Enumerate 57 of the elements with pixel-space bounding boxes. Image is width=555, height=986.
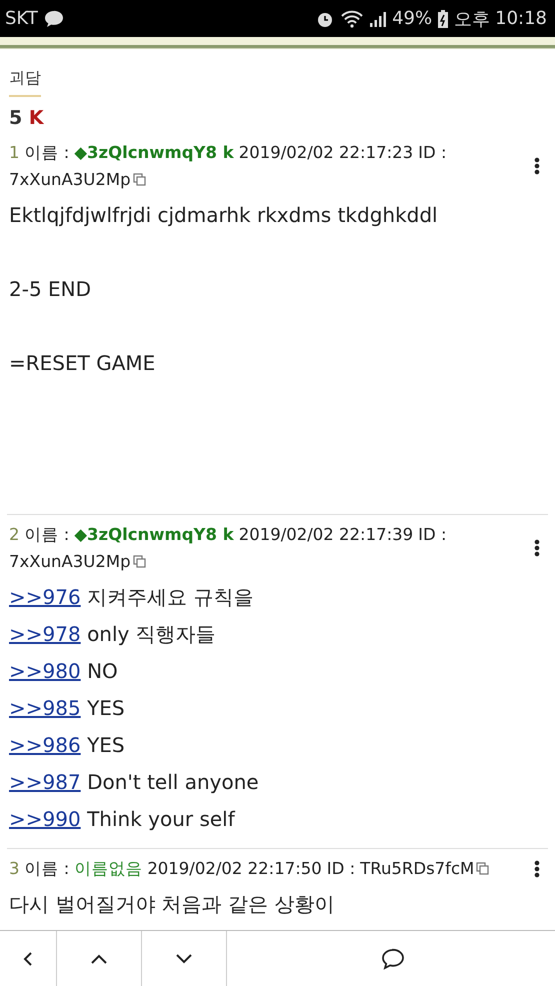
post-text: Don't tell anyone	[87, 770, 259, 794]
carrier-label: SKT	[5, 8, 38, 29]
reply-anchor-link[interactable]: >>986	[9, 733, 81, 757]
copy-icon[interactable]	[132, 555, 146, 568]
post-text: 지켜주세요 규칙을	[87, 585, 254, 609]
thread-number: 5	[9, 107, 22, 129]
post-text: 다시 벌어질거야 처음과 같은 상황이	[9, 892, 334, 916]
post-text: Ektlqjfdjwlfrjdi cjdmarhk rkxdms tkdghkddl	[9, 203, 438, 227]
more-options-icon[interactable]	[534, 157, 540, 175]
post-text: Think your self	[87, 807, 235, 831]
id-label: ID :	[418, 142, 447, 164]
wifi-icon	[340, 8, 364, 28]
poster-id: 7xXunA3U2Mp	[9, 551, 131, 573]
reply-anchor-link[interactable]: >>978	[9, 622, 81, 646]
post-date: 2019/02/02 22:17:39	[238, 524, 414, 546]
thread-title: K	[28, 107, 44, 129]
post-number: 2	[9, 524, 20, 546]
name-label: 이름 :	[24, 858, 70, 880]
reply-anchor-link[interactable]: >>976	[9, 585, 81, 609]
post-text: NO	[87, 659, 118, 683]
board-title[interactable]: 괴담	[9, 68, 41, 97]
poster-id: 7xXunA3U2Mp	[9, 169, 131, 191]
chevron-up-icon	[90, 952, 108, 964]
name-label: 이름 :	[24, 142, 70, 164]
reply-anchor-link[interactable]: >>987	[9, 770, 81, 794]
id-label: ID :	[326, 858, 356, 880]
battery-icon	[437, 8, 450, 28]
copy-icon[interactable]	[476, 862, 490, 875]
post-text: YES	[87, 696, 125, 720]
chevron-left-icon	[22, 950, 34, 966]
post-date: 2019/02/02 22:17:23	[238, 142, 414, 164]
post-text: =RESET GAME	[9, 351, 156, 375]
speech-bubble-icon	[381, 948, 405, 970]
signal-icon	[369, 10, 388, 28]
chat-bubble-icon	[42, 8, 65, 28]
id-label: ID :	[418, 524, 447, 546]
copy-icon[interactable]	[132, 173, 146, 186]
post-number: 1	[9, 142, 20, 164]
more-options-icon[interactable]	[534, 860, 540, 878]
ampm-label: 오후	[454, 8, 490, 30]
more-options-icon[interactable]	[534, 539, 540, 557]
clock: 10:18	[495, 8, 547, 29]
name-label: 이름 :	[24, 524, 70, 546]
chevron-down-icon	[175, 952, 193, 964]
reply-anchor-link[interactable]: >>990	[9, 807, 81, 831]
post-text: 2-5 END	[9, 277, 92, 301]
post-text: only 직행자들	[87, 622, 216, 646]
post-text: YES	[87, 733, 125, 757]
poster-name: ◆3zQlcnwmqY8 k	[74, 142, 234, 164]
post-number: 3	[9, 858, 20, 880]
poster-name: ◆3zQlcnwmqY8 k	[74, 524, 234, 546]
reply-anchor-link[interactable]: >>980	[9, 659, 81, 683]
poster-id: TRu5RDs7fcM	[360, 858, 474, 880]
battery-percent: 49%	[392, 8, 432, 29]
reply-anchor-link[interactable]: >>985	[9, 696, 81, 720]
poster-name: 이름없음	[74, 858, 142, 880]
post-date: 2019/02/02 22:17:50	[147, 858, 322, 880]
